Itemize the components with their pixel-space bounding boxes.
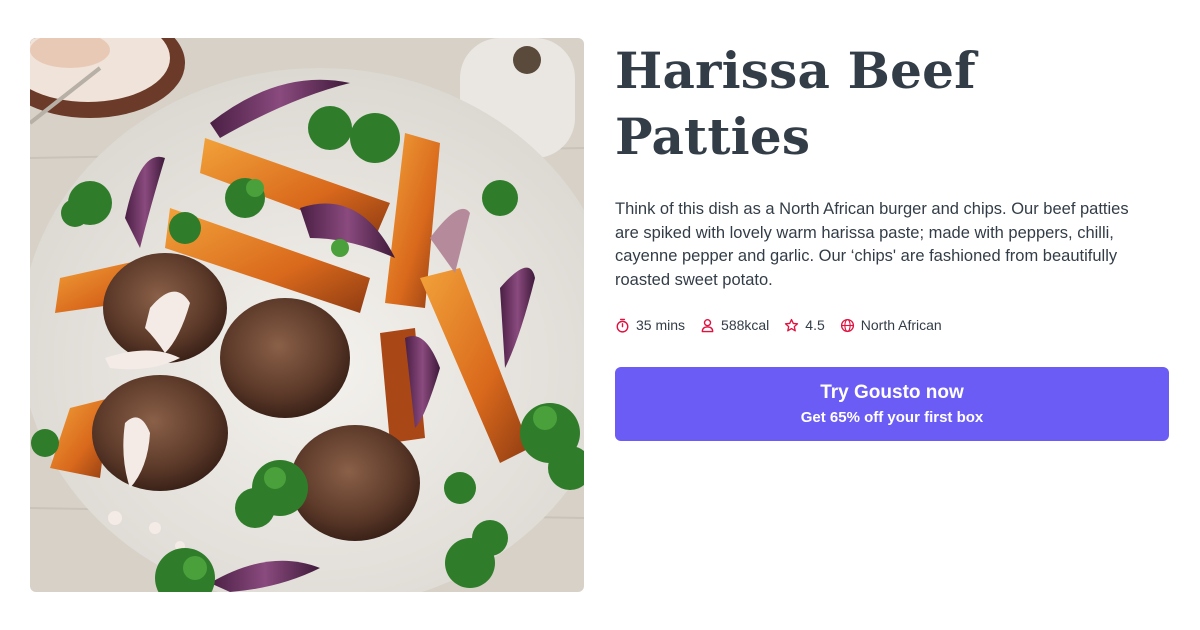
cta-title: Try Gousto now xyxy=(820,381,964,403)
recipe-description: Think of this dish as a North African bu… xyxy=(615,200,1129,289)
meta-time: 35 mins xyxy=(615,317,685,333)
star-icon xyxy=(785,318,799,331)
stopwatch-icon xyxy=(616,318,629,333)
recipe-title: Harissa Beef Patties xyxy=(615,41,976,166)
recipe-content: Harissa Beef Patties Think of this dish … xyxy=(615,38,1170,441)
recipe-photo xyxy=(30,38,584,592)
cta-subtitle: Get 65% off your first box xyxy=(800,408,984,426)
meta-cuisine: North African xyxy=(840,317,942,333)
globe-icon xyxy=(840,318,854,332)
meta-time-label: 35 mins xyxy=(636,317,686,333)
recipe-meta: 35 mins 588kcal 4.5 North African xyxy=(615,315,1170,335)
meta-calories-label: 588kcal xyxy=(721,317,770,333)
meta-cuisine-label: North African xyxy=(860,317,942,333)
recipe-card: Harissa Beef Patties Think of this dish … xyxy=(0,0,1200,630)
meta-rating: 4.5 xyxy=(784,317,825,333)
person-icon xyxy=(701,318,714,332)
meta-calories: 588kcal xyxy=(700,317,769,333)
recipe-photo-illustration xyxy=(30,38,584,592)
try-gousto-button[interactable]: Try Gousto now Get 65% off your first bo… xyxy=(615,367,1169,441)
meta-rating-label: 4.5 xyxy=(805,317,825,333)
